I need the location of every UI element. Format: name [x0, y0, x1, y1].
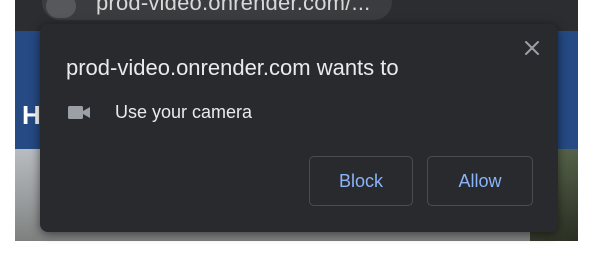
site-info-icon[interactable] — [46, 0, 76, 18]
dialog-title: prod-video.onrender.com wants to — [66, 55, 399, 80]
page-heading-fragment: H — [22, 100, 41, 130]
permission-label: Use your camera — [115, 102, 253, 122]
close-icon — [525, 41, 539, 55]
address-bar-url[interactable]: prod-video.onrender.com/... — [96, 0, 370, 16]
permission-dialog: prod-video.onrender.com wants to Use you… — [40, 24, 558, 232]
permission-row: Use your camera — [68, 102, 252, 123]
screen: prod-video.onrender.com/... H prod-video… — [0, 0, 608, 260]
block-button[interactable]: Block — [309, 156, 413, 206]
allow-button[interactable]: Allow — [427, 156, 533, 206]
camera-icon — [68, 104, 92, 122]
close-button[interactable] — [520, 36, 544, 60]
